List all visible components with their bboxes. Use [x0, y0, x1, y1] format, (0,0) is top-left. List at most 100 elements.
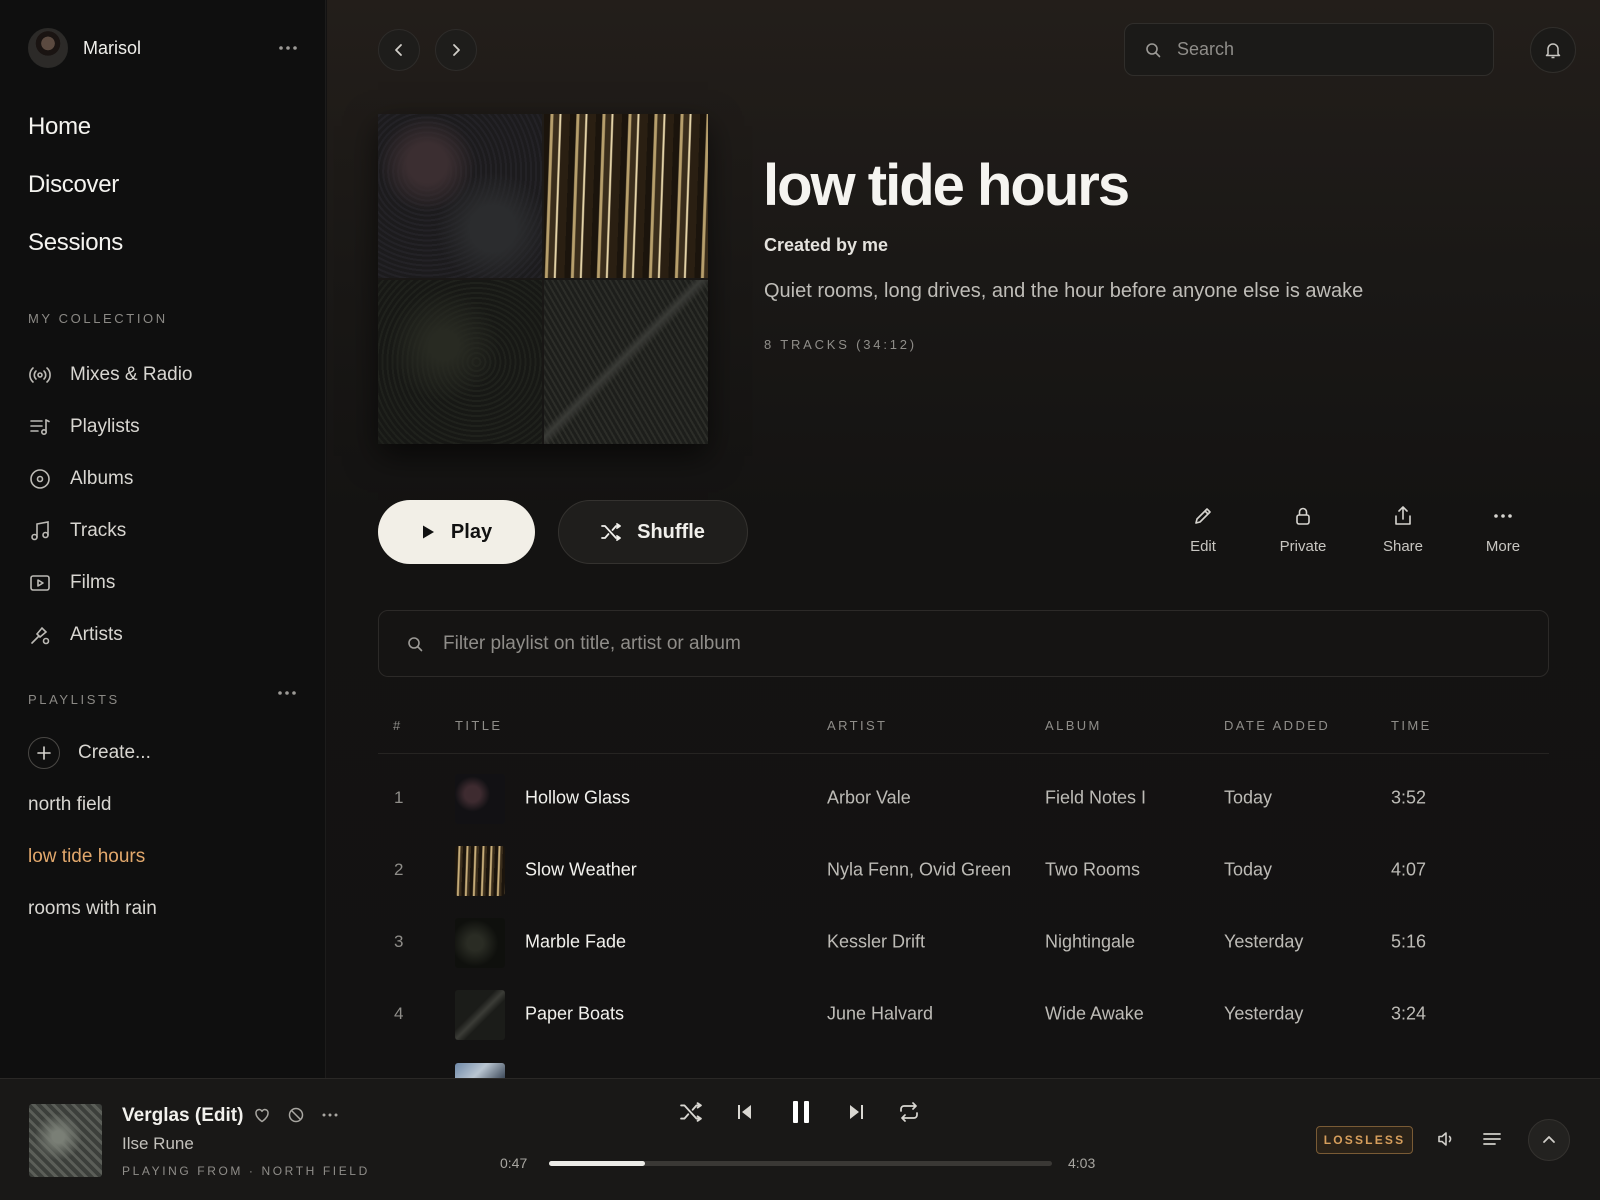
more-horizontal-icon[interactable] — [278, 45, 298, 51]
track-album[interactable]: Wide Awake — [1045, 1004, 1144, 1025]
back-button[interactable] — [378, 29, 420, 71]
more-horizontal-icon[interactable] — [277, 690, 297, 696]
sidebar-item-artists[interactable]: Artists — [28, 609, 193, 661]
search-input[interactable] — [1177, 39, 1467, 60]
track-artist[interactable]: Nyla Fenn, Ovid Green — [827, 860, 1011, 881]
edit-button[interactable]: Edit — [1163, 505, 1243, 555]
avatar[interactable] — [28, 28, 68, 68]
playlist-cover — [378, 114, 708, 444]
table-row[interactable]: 4 Paper Boats June Halvard Wide Awake Ye… — [378, 978, 1549, 1050]
queue-button[interactable] — [1482, 1129, 1502, 1149]
nav-home[interactable]: Home — [28, 110, 123, 168]
track-artist[interactable]: Arbor Vale — [827, 788, 911, 809]
chevron-right-icon — [453, 44, 460, 56]
header-artist[interactable]: ARTIST — [827, 718, 887, 733]
chevron-up-icon — [1543, 1136, 1555, 1143]
nav-discover[interactable]: Discover — [28, 168, 123, 226]
search-icon — [1146, 42, 1161, 57]
play-button[interactable]: Play — [378, 500, 535, 564]
track-list: 1 Hollow Glass Arbor Vale Field Notes I … — [378, 762, 1549, 1050]
skip-forward-icon — [850, 1105, 863, 1119]
track-thumbnail — [455, 774, 505, 824]
header-date-added[interactable]: DATE ADDED — [1224, 718, 1330, 733]
current-time: 0:47 — [500, 1155, 528, 1171]
create-playlist-button[interactable]: Create... — [28, 737, 151, 769]
user-profile[interactable]: Marisol — [28, 27, 298, 69]
sidebar-item-label: Tracks — [70, 520, 127, 541]
pause-icon — [793, 1101, 809, 1123]
track-date-added: Today — [1224, 787, 1273, 808]
share-label: Share — [1382, 538, 1424, 555]
track-title[interactable]: Paper Boats — [525, 1004, 624, 1025]
repeat-toggle[interactable] — [898, 1102, 920, 1122]
header-num[interactable]: # — [393, 718, 403, 733]
header-time[interactable]: TIME — [1391, 718, 1432, 733]
now-playing-actions — [253, 1106, 355, 1124]
track-album[interactable]: Nightingale — [1045, 932, 1135, 953]
playing-from[interactable]: PLAYING FROM · NORTH FIELD — [122, 1164, 370, 1178]
header-album[interactable]: ALBUM — [1045, 718, 1102, 733]
shuffle-icon — [680, 1102, 702, 1122]
repeat-icon — [900, 1102, 918, 1122]
filter-input[interactable] — [443, 632, 1443, 655]
track-thumbnail — [455, 1063, 505, 1078]
sidebar-playlist-north-field[interactable]: north field — [28, 790, 157, 842]
sidebar-item-films[interactable]: Films — [28, 557, 193, 609]
pencil-icon — [1195, 508, 1211, 524]
track-artist[interactable]: June Halvard — [827, 1004, 933, 1025]
filter-box[interactable] — [378, 610, 1549, 677]
track-thumbnail — [455, 918, 505, 968]
block-icon[interactable] — [287, 1106, 305, 1124]
table-row[interactable]: 2 Slow Weather Nyla Fenn, Ovid Green Two… — [378, 834, 1549, 906]
expand-player-button[interactable] — [1528, 1119, 1570, 1161]
heart-icon[interactable] — [253, 1106, 271, 1124]
volume-button[interactable] — [1436, 1129, 1456, 1149]
share-button[interactable]: Share — [1363, 505, 1443, 555]
more-label: More — [1485, 538, 1521, 555]
previous-button[interactable] — [736, 1103, 754, 1121]
more-button[interactable]: More — [1463, 505, 1543, 555]
track-title[interactable]: Hollow Glass — [525, 788, 630, 809]
table-row[interactable]: 1 Hollow Glass Arbor Vale Field Notes I … — [378, 762, 1549, 834]
pause-button[interactable] — [790, 1099, 812, 1125]
now-playing-artist[interactable]: Ilse Rune — [122, 1134, 194, 1154]
next-button[interactable] — [847, 1103, 865, 1121]
track-album[interactable]: Two Rooms — [1045, 860, 1140, 881]
plus-icon — [28, 737, 60, 769]
forward-button[interactable] — [435, 29, 477, 71]
shuffle-label: Shuffle — [637, 520, 705, 543]
track-album[interactable]: Field Notes I — [1045, 788, 1146, 809]
sidebar-item-mixes-radio[interactable]: Mixes & Radio — [28, 349, 193, 401]
film-icon — [28, 571, 52, 595]
sidebar-item-playlists[interactable]: Playlists — [28, 401, 193, 453]
private-label: Private — [1279, 538, 1327, 555]
track-title[interactable]: Slow Weather — [525, 860, 637, 881]
now-playing-title[interactable]: Verglas (Edit) — [122, 1105, 243, 1127]
track-title[interactable]: Marble Fade — [525, 932, 626, 953]
share-icon — [1395, 506, 1411, 525]
player-bar: Verglas (Edit) Ilse Rune PLAYING FROM · … — [0, 1078, 1600, 1200]
queue-list-icon — [1483, 1133, 1501, 1145]
sidebar-item-tracks[interactable]: Tracks — [28, 505, 193, 557]
table-row[interactable]: 3 Marble Fade Kessler Drift Nightingale … — [378, 906, 1549, 978]
track-artist[interactable]: Kessler Drift — [827, 932, 925, 953]
notifications-button[interactable] — [1530, 27, 1576, 73]
shuffle-toggle[interactable] — [680, 1102, 702, 1122]
nav-sessions[interactable]: Sessions — [28, 226, 123, 284]
private-button[interactable]: Private — [1263, 505, 1343, 555]
sidebar: Marisol Home Discover Sessions MY COLLEC… — [0, 0, 326, 1078]
edit-label: Edit — [1190, 538, 1216, 555]
shuffle-button[interactable]: Shuffle — [558, 500, 748, 564]
more-horizontal-icon[interactable] — [321, 1106, 339, 1124]
sidebar-playlist-low-tide-hours[interactable]: low tide hours — [28, 842, 157, 894]
collection-list: Mixes & Radio Playlists Albums Tracks Fi… — [28, 349, 193, 661]
track-number: 4 — [394, 1004, 404, 1023]
sidebar-item-albums[interactable]: Albums — [28, 453, 193, 505]
header-title[interactable]: TITLE — [455, 718, 502, 733]
quality-badge[interactable]: LOSSLESS — [1316, 1126, 1413, 1154]
sidebar-playlist-rooms-with-rain[interactable]: rooms with rain — [28, 894, 157, 946]
now-playing-artwork[interactable] — [29, 1104, 102, 1177]
search-box[interactable] — [1124, 23, 1494, 76]
radio-icon — [28, 363, 52, 387]
progress-bar[interactable] — [549, 1161, 1052, 1166]
